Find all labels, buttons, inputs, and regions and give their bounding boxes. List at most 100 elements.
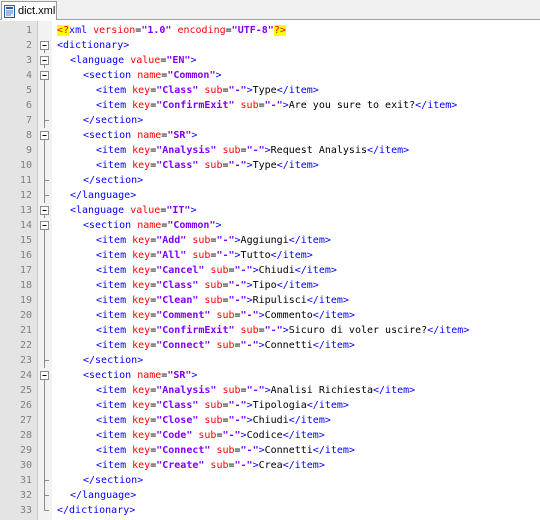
code-token: "Close" [156, 415, 199, 426]
code-line[interactable]: 3 <language value="EN"> [0, 53, 540, 68]
code-line[interactable]: 27 <item key="Close" sub="-">Chiudi</item… [0, 413, 540, 428]
code-text: <item key="Class" sub="-">Type</item> [96, 83, 319, 98]
code-line[interactable]: 30 <item key="Create" sub="-">Crea</item> [0, 458, 540, 473]
code-token: "-" [240, 310, 259, 321]
line-number: 16 [19, 250, 32, 261]
code-line[interactable]: 8 <section name="SR"> [0, 128, 540, 143]
line-number: 19 [19, 295, 32, 306]
fold-toggle-icon[interactable] [39, 53, 51, 68]
code-token: <section [83, 70, 138, 81]
line-number: 22 [19, 340, 32, 351]
code-line[interactable]: 28 <item key="Code" sub="-">Codice</item> [0, 428, 540, 443]
line-number: 24 [19, 370, 32, 381]
code-line[interactable]: 16 <item key="All" sub="-">Tutto</item> [0, 248, 540, 263]
line-number: 17 [19, 265, 32, 276]
code-line[interactable]: 21 <item key="ConfirmExit" sub="-">Sicuro… [0, 323, 540, 338]
code-token: sub [216, 445, 235, 456]
line-number: 11 [19, 175, 32, 186]
code-token: <section [83, 370, 138, 381]
fold-line-icon [39, 308, 51, 323]
code-token: <item [96, 265, 133, 276]
fold-toggle-icon[interactable] [39, 38, 51, 53]
code-line[interactable]: 24 <section name="SR"> [0, 368, 540, 383]
fold-line-icon [39, 173, 51, 188]
code-text: <item key="Connect" sub="-">Connetti</it… [96, 338, 355, 353]
code-token: Type [252, 160, 277, 171]
code-token: ?> [273, 25, 286, 36]
code-token: "Analysis" [156, 385, 217, 396]
code-line[interactable]: 26 <item key="Class" sub="-">Tipologia</i… [0, 398, 540, 413]
code-token: sub [204, 415, 223, 426]
code-line[interactable]: 25 <item key="Analysis" sub="-">Analisi R… [0, 383, 540, 398]
code-token: "-" [228, 280, 247, 291]
code-line[interactable]: 31 </section> [0, 473, 540, 488]
code-text: </section> [83, 353, 143, 368]
fold-toggle-icon[interactable] [39, 218, 51, 233]
code-line[interactable]: 15 <item key="Add" sub="-">Aggiungi</item… [0, 233, 540, 248]
code-token: "Common" [167, 70, 216, 81]
code-token: </section> [83, 475, 144, 486]
code-token: "-" [216, 250, 235, 261]
fold-line-icon [39, 143, 51, 158]
code-text: </section> [83, 113, 143, 128]
code-line[interactable]: 7 </section> [0, 113, 540, 128]
code-line[interactable]: 9 <item key="Analysis" sub="-">Request An… [0, 143, 540, 158]
code-token: "-" [228, 85, 247, 96]
code-token: <? [57, 25, 70, 36]
code-line[interactable]: 14 <section name="Common"> [0, 218, 540, 233]
code-token: Crea [258, 460, 283, 471]
code-line[interactable]: 17 <item key="Cancel" sub="-">Chiudi</ite… [0, 263, 540, 278]
fold-toggle-icon[interactable] [39, 68, 51, 83]
fold-toggle-icon[interactable] [39, 128, 51, 143]
code-token: </dictionary> [57, 505, 136, 516]
code-text: </section> [83, 473, 143, 488]
code-text: <section name="SR"> [83, 368, 197, 383]
code-line[interactable]: 5 <item key="Class" sub="-">Type</item> [0, 83, 540, 98]
code-token: key [132, 445, 151, 456]
code-line[interactable]: 2 <dictionary> [0, 38, 540, 53]
fold-line-icon [39, 428, 51, 443]
code-token: Tipologia [252, 400, 307, 411]
tab-dict-xml[interactable]: dict.xml [1, 1, 57, 20]
code-token: <item [96, 400, 133, 411]
code-token: Chiudi [258, 265, 295, 276]
code-token: <item [96, 385, 133, 396]
fold-toggle-icon[interactable] [39, 203, 51, 218]
code-token: <item [96, 280, 133, 291]
code-token: version [93, 25, 136, 36]
code-token: key [132, 340, 151, 351]
code-line[interactable]: 18 <item key="Class" sub="-">Tipo</item> [0, 278, 540, 293]
code-token: </item> [306, 400, 349, 411]
code-token: "-" [240, 445, 259, 456]
code-line[interactable]: 22 <item key="Connect" sub="-">Connetti</… [0, 338, 540, 353]
code-editor[interactable]: 1 <?xml version="1.0" encoding="UTF-8"?> 2… [0, 21, 540, 520]
code-text: <item key="Clean" sub="-">Ripulisci</ite… [96, 293, 349, 308]
code-line[interactable]: 6 <item key="ConfirmExit" sub="-">Are you… [0, 98, 540, 113]
code-line[interactable]: 11 </section> [0, 173, 540, 188]
code-line[interactable]: 10 <item key="Class" sub="-">Type</item> [0, 158, 540, 173]
code-line[interactable]: 29 <item key="Connect" sub="-">Connetti</… [0, 443, 540, 458]
code-token: > [215, 220, 222, 231]
code-token: <item [96, 460, 133, 471]
code-line[interactable]: 33 </dictionary> [0, 503, 540, 518]
fold-line-icon [39, 473, 51, 488]
code-line[interactable]: 4 <section name="Common"> [0, 68, 540, 83]
code-line[interactable]: 1 <?xml version="1.0" encoding="UTF-8"?> [0, 23, 540, 38]
code-line[interactable]: 23 </section> [0, 353, 540, 368]
code-token: key [132, 145, 151, 156]
fold-toggle-icon[interactable] [39, 368, 51, 383]
code-token: "IT" [166, 205, 191, 216]
line-number: 5 [25, 85, 32, 96]
code-line[interactable]: 19 <item key="Clean" sub="-">Ripulisci</i… [0, 293, 540, 308]
code-token: encoding [177, 25, 226, 36]
code-token: "Class" [156, 160, 199, 171]
code-line[interactable]: 32 </language> [0, 488, 540, 503]
code-token: sub [192, 250, 211, 261]
code-token: <item [96, 340, 133, 351]
line-number: 4 [25, 70, 32, 81]
code-token: xml [69, 25, 94, 36]
code-line[interactable]: 13 <language value="IT"> [0, 203, 540, 218]
code-line[interactable]: 12 </language> [0, 188, 540, 203]
code-line[interactable]: 20 <item key="Comment" sub="-">Commento</… [0, 308, 540, 323]
code-token: "Add" [156, 235, 187, 246]
